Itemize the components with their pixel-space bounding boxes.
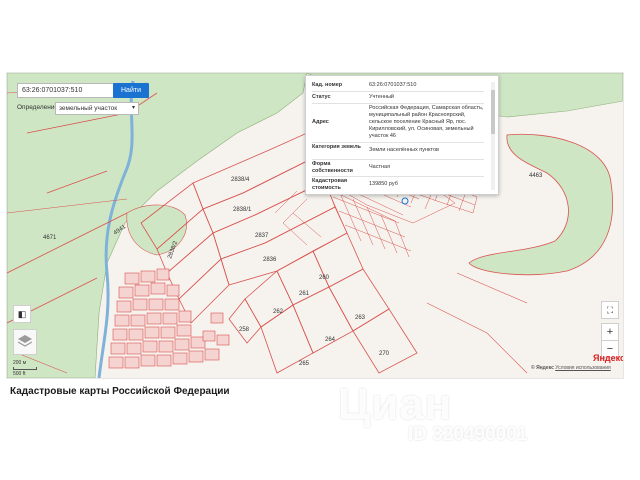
- parcel-label-258: 258: [239, 327, 250, 333]
- fullscreen-icon[interactable]: ⛶: [601, 301, 619, 319]
- definition-select[interactable]: земельный участок ▾: [55, 102, 139, 115]
- terms-link[interactable]: Условия использования: [555, 365, 611, 371]
- zoom-in-button[interactable]: +: [601, 323, 619, 341]
- parcel-label-262: 262: [273, 309, 284, 315]
- parcel-label-260: 260: [319, 275, 330, 281]
- parcel-label-4671: 4671: [43, 235, 57, 241]
- definition-label: Определение: [17, 104, 59, 111]
- parcel-label-261: 261: [299, 291, 310, 297]
- parcel-258: [228, 298, 262, 344]
- parcel-label-263: 263: [355, 315, 366, 321]
- parcel-label-264: 264: [325, 337, 336, 343]
- map-scale: 200 м 500 ft: [13, 359, 37, 378]
- parcel-label-2838-4: 2838/4: [231, 177, 250, 183]
- cadastral-map[interactable]: 2838/4 2838/1 2837 2836 261 260 262 258 …: [6, 72, 624, 379]
- definition-selected-value: земельный участок: [59, 105, 118, 112]
- popup-scrollbar[interactable]: [491, 82, 495, 190]
- watermark-logo: Циан: [338, 380, 453, 429]
- parcel-label-2838-1: 2838/1: [233, 207, 252, 213]
- selected-parcel-marker: [401, 197, 409, 205]
- chevron-down-icon: ▾: [131, 105, 135, 111]
- parcel-label-270: 270: [379, 351, 390, 357]
- page-heading: Кадастровые карты Российской Федерации: [10, 386, 230, 397]
- parcel-label-4463: 4463: [529, 173, 543, 179]
- parcel-label-265: 265: [299, 361, 310, 367]
- layers-icon[interactable]: [13, 329, 37, 355]
- parcel-label-2836: 2836: [263, 257, 277, 263]
- screenshot-frame: 2838/4 2838/1 2837 2836 261 260 262 258 …: [0, 0, 640, 480]
- yandex-logo: Яндекс: [593, 353, 624, 363]
- parcel-262: [244, 270, 294, 328]
- village-parcels: [108, 268, 230, 369]
- watermark-id: ID 320490001: [408, 424, 528, 445]
- ruler-icon[interactable]: ◧: [13, 305, 31, 323]
- parcel-2836: [220, 206, 348, 286]
- forest-area-mid: [126, 204, 187, 256]
- parcel-263: [328, 268, 390, 332]
- parcel-label-2837: 2837: [255, 233, 269, 239]
- find-button[interactable]: Найти: [113, 83, 149, 98]
- map-attribution: © Яндекс Условия использования: [531, 365, 611, 371]
- cadastral-search-input[interactable]: 63:26:0701037:510: [17, 83, 119, 98]
- parcel-info-popup: Кад. номер 63:26:0701037:510 Статус Учте…: [305, 75, 499, 195]
